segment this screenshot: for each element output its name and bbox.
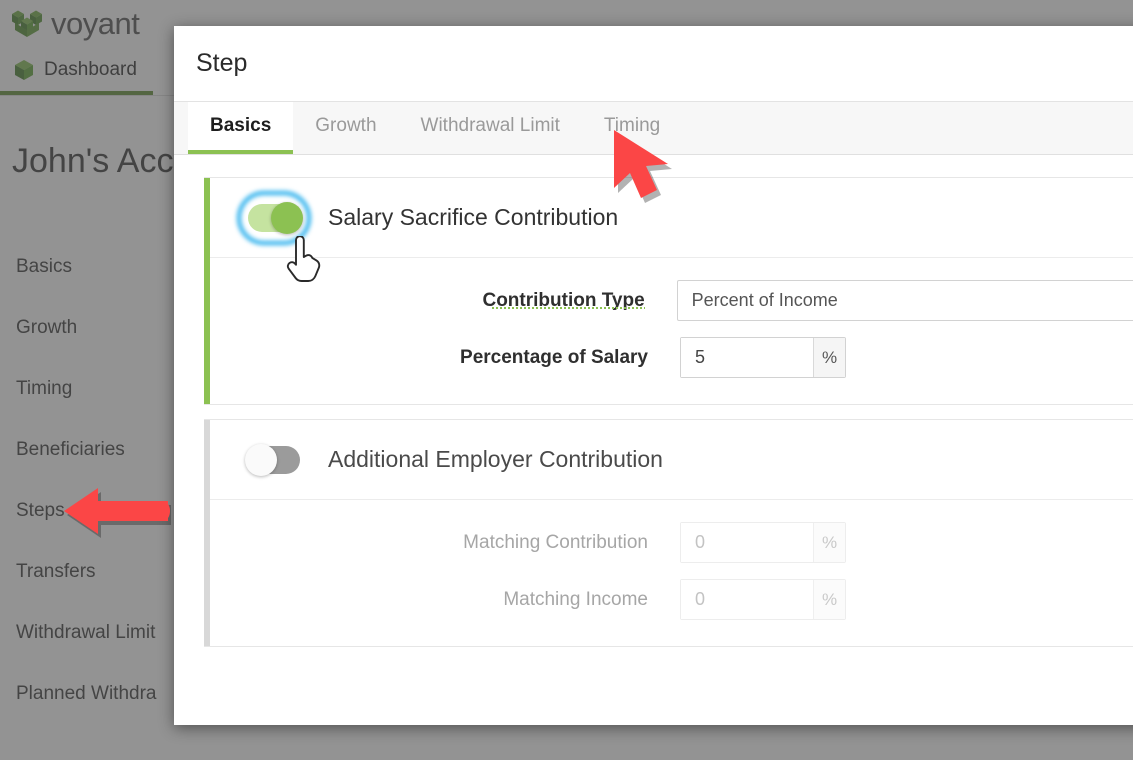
- input-group-percentage-of-salary: 5 %: [680, 337, 846, 378]
- hint-underline: [491, 306, 645, 309]
- sidebar-item-label: Growth: [16, 316, 78, 338]
- brand-name: voyant: [51, 6, 140, 41]
- field-row-percentage-of-salary: Percentage of Salary 5 %: [204, 337, 1133, 378]
- input-matching-contribution[interactable]: 0: [681, 523, 813, 562]
- section-salary-sacrifice-contribution: Salary Sacrifice Contribution Contributi…: [204, 177, 1133, 405]
- nav-tab-dashboard[interactable]: Dashboard: [0, 48, 153, 95]
- section-form: Matching Contribution 0 % Matching Incom…: [204, 500, 1133, 646]
- modal-body: Salary Sacrifice Contribution Contributi…: [174, 155, 1133, 725]
- sidebar-item-label: Withdrawal Limit: [16, 621, 156, 643]
- page-title: John's Accu: [12, 142, 193, 180]
- brand-logo[interactable]: voyant: [10, 6, 140, 42]
- step-modal: Step Basics Growth Withdrawal Limit Timi…: [174, 26, 1133, 725]
- toggle-knob: [245, 443, 277, 476]
- sidebar-item-label: Planned Withdra: [16, 682, 157, 704]
- nav-tab-label: Dashboard: [44, 58, 137, 80]
- section-title: Additional Employer Contribution: [328, 446, 663, 472]
- sidebar-item-label: Steps: [16, 499, 65, 521]
- field-label-matching-contribution: Matching Contribution: [463, 531, 648, 553]
- field-row-matching-income: Matching Income 0 %: [204, 579, 1133, 620]
- input-group-matching-income: 0 %: [680, 579, 846, 620]
- select-value: Percent of Income: [691, 290, 838, 310]
- section-title: Salary Sacrifice Contribution: [328, 204, 619, 230]
- percent-suffix: %: [813, 523, 845, 562]
- tab-label: Growth: [315, 115, 377, 136]
- voyant-logo-icon: [12, 10, 42, 37]
- section-additional-employer-contribution: Additional Employer Contribution Matchin…: [204, 419, 1133, 647]
- modal-tab-bar: Basics Growth Withdrawal Limit Timing: [174, 102, 1133, 155]
- tab-withdrawal-limit[interactable]: Withdrawal Limit: [399, 102, 582, 154]
- tab-growth[interactable]: Growth: [293, 102, 398, 154]
- sidebar-item-label: Timing: [16, 377, 73, 399]
- select-contribution-type[interactable]: Percent of Income: [676, 280, 1133, 321]
- input-matching-income[interactable]: 0: [681, 580, 813, 619]
- cube-icon: [15, 59, 33, 80]
- section-header: Additional Employer Contribution: [204, 420, 1133, 500]
- input-percentage-of-salary[interactable]: 5: [681, 338, 813, 377]
- screenshot-root: voyant Dashboard John's Accu Basics Grow…: [0, 0, 1133, 760]
- field-row-contribution-type: Contribution Type Percent of Income: [204, 280, 1133, 321]
- tab-label: Basics: [210, 115, 272, 136]
- field-label-contribution-type: Contribution Type: [204, 290, 677, 312]
- percent-suffix: %: [813, 580, 845, 619]
- tab-label: Withdrawal Limit: [420, 115, 560, 136]
- percent-suffix: %: [813, 338, 845, 377]
- sidebar-item-label: Beneficiaries: [16, 438, 125, 460]
- field-label-percentage-of-salary: Percentage of Salary: [460, 346, 648, 368]
- field-row-matching-contribution: Matching Contribution 0 %: [204, 522, 1133, 563]
- tab-basics[interactable]: Basics: [188, 102, 294, 154]
- field-label-matching-income: Matching Income: [503, 588, 648, 610]
- modal-header: Step: [174, 26, 1133, 102]
- section-header: Salary Sacrifice Contribution: [204, 178, 1133, 258]
- section-form: Contribution Type Percent of Income Perc…: [204, 258, 1133, 404]
- modal-title: Step: [196, 49, 248, 77]
- sidebar-item-label: Transfers: [16, 560, 96, 582]
- tab-label: Timing: [603, 115, 661, 136]
- tab-timing[interactable]: Timing: [582, 102, 682, 154]
- toggle-salary-sacrifice-contribution[interactable]: [248, 201, 303, 234]
- sidebar-item-label: Basics: [16, 255, 72, 277]
- toggle-knob: [271, 201, 303, 234]
- input-group-matching-contribution: 0 %: [680, 522, 846, 563]
- toggle-additional-employer-contribution[interactable]: [245, 443, 300, 476]
